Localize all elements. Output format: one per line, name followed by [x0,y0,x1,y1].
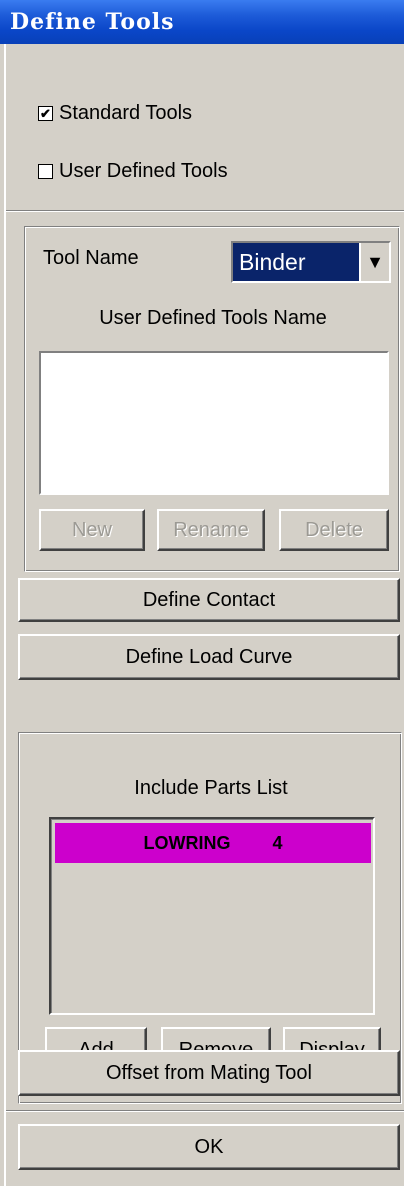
standard-tools-label: Standard Tools [59,102,193,124]
user-defined-tools-checkbox-box[interactable] [38,164,53,179]
separator [6,210,404,212]
rename-button[interactable]: Rename [157,509,265,551]
tool-group: Tool Name Binder ▼ User Defined Tools Na… [24,226,400,572]
part-id: 4 [272,832,283,853]
part-name: LOWRING [143,832,231,853]
tool-name-value: Binder [239,248,306,275]
parts-group: Include Parts List LOWRING 4 Add Remove … [18,732,402,1104]
include-parts-list-header: Include Parts List [134,777,288,799]
user-defined-tools-label: User Defined Tools [59,160,228,182]
tool-name-label: Tool Name [43,247,139,269]
parts-list[interactable]: LOWRING 4 [49,817,375,1015]
define-contact-button[interactable]: Define Contact [18,578,400,622]
user-defined-tools-checkbox[interactable]: User Defined Tools [38,160,228,183]
dialog-body: ✔ Standard Tools User Defined Tools Tool… [4,44,404,1186]
list-item[interactable]: LOWRING 4 [55,823,371,863]
offset-from-mating-tool-button[interactable]: Offset from Mating Tool [18,1050,400,1096]
ok-button[interactable]: OK [18,1124,400,1170]
delete-button[interactable]: Delete [279,509,389,551]
define-load-curve-button[interactable]: Define Load Curve [18,634,400,680]
standard-tools-checkbox-box[interactable]: ✔ [38,106,53,121]
window-title: Define Tools [0,0,404,44]
new-button[interactable]: New [39,509,145,551]
user-defined-tools-name-header: User Defined Tools Name [99,307,327,329]
user-defined-tools-list[interactable] [39,351,389,495]
tool-name-dropdown[interactable]: Binder ▼ [231,241,391,283]
chevron-down-icon[interactable]: ▼ [359,243,389,281]
standard-tools-checkbox[interactable]: ✔ Standard Tools [38,102,192,125]
separator [6,1110,404,1112]
